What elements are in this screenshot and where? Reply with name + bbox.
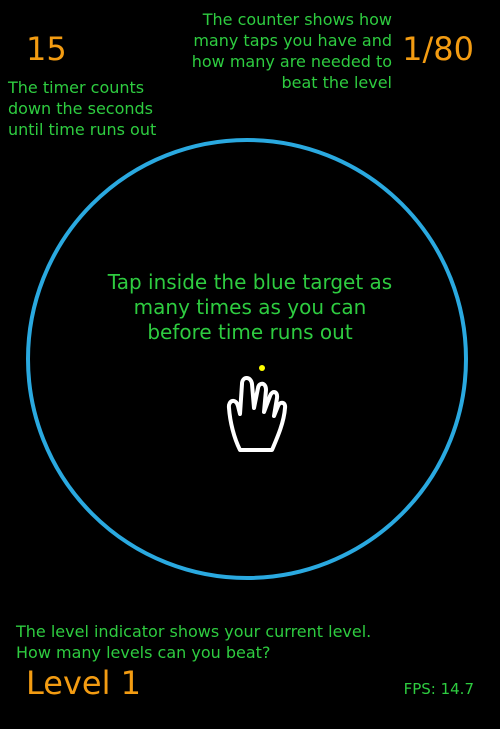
tap-hand-icon [226,365,288,452]
level-indicator: Level 1 [26,664,141,702]
fps-readout: FPS: 14.7 [403,680,474,698]
tap-point-dot [259,365,265,371]
level-hint: The level indicator shows your current l… [16,622,372,662]
blue-target[interactable] [26,138,468,580]
timer-value: 15 [26,30,67,68]
counter-hint: The counter shows how many taps you have… [191,10,392,92]
tap-counter: 1/80 [402,30,474,68]
target-hint: Tap inside the blue target as many times… [107,270,393,344]
hand-outline [226,376,288,452]
